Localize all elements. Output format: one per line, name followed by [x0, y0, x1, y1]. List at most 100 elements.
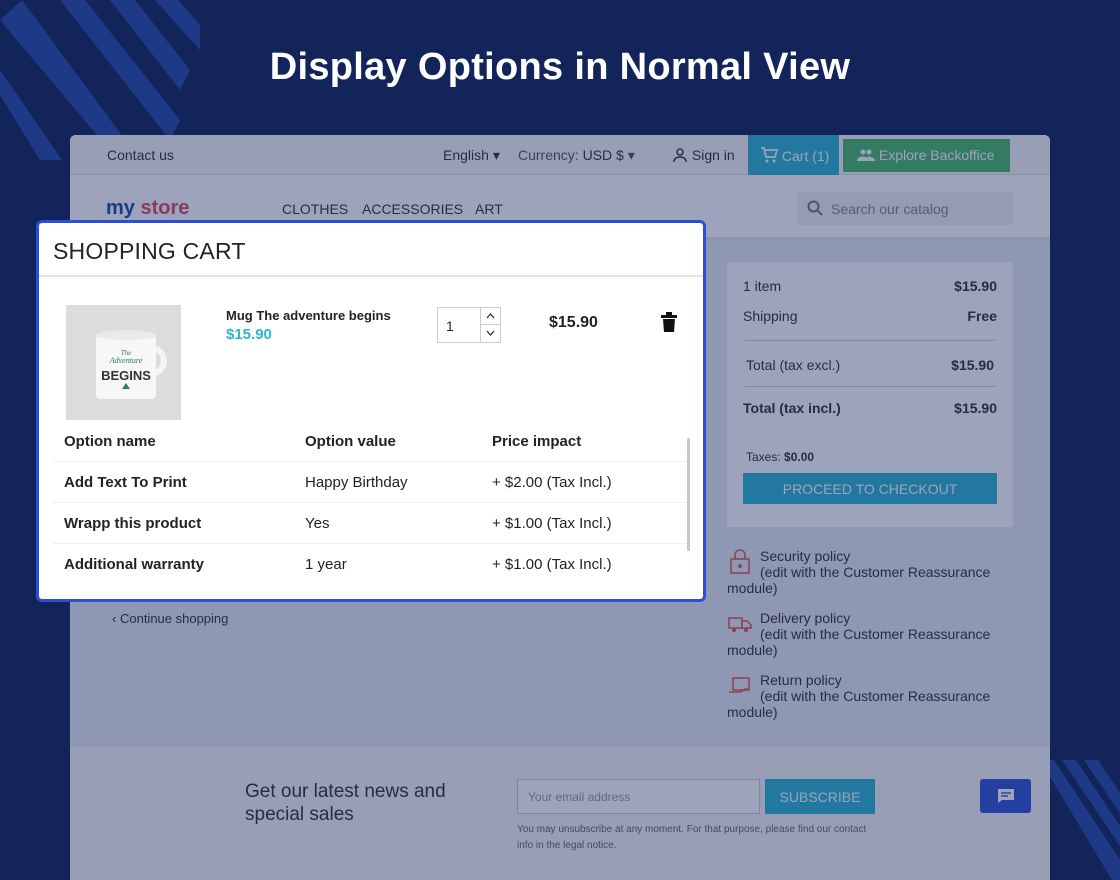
newsletter-title: Get our latest news and special sales	[245, 781, 446, 825]
shopping-cart-panel: SHOPPING CART The Adventure BEGINS Mug T…	[36, 220, 706, 602]
search-placeholder: Search our catalog	[831, 201, 949, 217]
user-icon	[673, 148, 687, 163]
language-label: English	[443, 147, 489, 163]
option-value: Yes	[305, 515, 330, 532]
language-selector[interactable]: English ▾	[443, 147, 500, 164]
subscribe-button[interactable]: SUBSCRIBE	[765, 779, 875, 814]
chevron-left-icon: ‹	[112, 611, 117, 626]
shipping-value: Free	[967, 308, 997, 324]
product-name[interactable]: Mug The adventure begins	[226, 308, 391, 323]
table-row: Additional warranty 1 year + $1.00 (Tax …	[53, 544, 687, 585]
sign-in-label: Sign in	[691, 147, 735, 163]
mug-text-begins: BEGINS	[101, 368, 151, 383]
header-price-impact: Price impact	[492, 433, 582, 450]
options-header-row: Option name Option value Price impact	[53, 421, 687, 462]
backoffice-label: Explore Backoffice	[878, 147, 995, 163]
proceed-to-checkout-button[interactable]: PROCEED TO CHECKOUT	[743, 473, 997, 504]
chat-icon	[998, 789, 1014, 803]
items-count-label: 1 item	[743, 278, 782, 294]
menu-item-clothes[interactable]: CLOTHES	[282, 201, 348, 217]
summary-divider	[745, 386, 995, 387]
header-option-value: Option value	[305, 433, 396, 450]
option-name: Add Text To Print	[64, 474, 187, 491]
quantity-increase-button[interactable]	[480, 308, 500, 325]
mug-image: The Adventure BEGINS	[66, 305, 181, 420]
reassurance-delivery: Delivery policy (edit with the Customer …	[727, 610, 997, 658]
newsletter-note: You may unsubscribe at any moment. For t…	[517, 824, 867, 851]
continue-shopping-label: Continue shopping	[119, 611, 229, 626]
table-row: Wrapp this product Yes + $1.00 (Tax Incl…	[53, 503, 687, 544]
product-unit-price: $15.90	[226, 326, 272, 343]
currency-value: USD $	[582, 147, 624, 163]
menu-item-art[interactable]: ART	[475, 201, 503, 217]
trash-icon[interactable]	[661, 312, 677, 332]
total-excl-value: $15.90	[951, 357, 994, 373]
logo-part-my: my	[106, 197, 135, 219]
option-value: 1 year	[305, 556, 347, 573]
chevron-down-icon: ▾	[492, 147, 500, 163]
explore-backoffice-button[interactable]: Explore Backoffice	[843, 139, 1010, 172]
chevron-up-icon	[486, 313, 495, 319]
menu-item-accessories[interactable]: ACCESSORIES	[362, 201, 463, 217]
newsletter-email-input[interactable]: Your email address	[517, 779, 760, 814]
product-image[interactable]: The Adventure BEGINS	[66, 305, 181, 420]
store-logo[interactable]: my store	[106, 197, 189, 220]
lock-icon	[730, 549, 750, 574]
quantity-input[interactable]: 1	[446, 318, 454, 334]
newsletter-section: Get our latest news and special sales Yo…	[70, 747, 1050, 880]
chevron-down-icon: ▾	[627, 147, 635, 163]
option-price-impact: + $1.00 (Tax Incl.)	[492, 556, 612, 573]
cart-button[interactable]: Cart (1)	[748, 135, 839, 175]
shopping-cart-title: SHOPPING CART	[53, 238, 246, 264]
option-value: Happy Birthday	[305, 474, 408, 491]
reassurance-return: Return policy (edit with the Customer Re…	[727, 672, 997, 720]
total-incl-value: $15.90	[954, 400, 997, 416]
total-excl-label: Total (tax excl.)	[746, 357, 841, 373]
table-row: Add Text To Print Happy Birthday + $2.00…	[53, 462, 687, 503]
mug-text-adventure: Adventure	[109, 356, 143, 365]
header-option-name: Option name	[64, 433, 156, 450]
cart-icon	[761, 147, 779, 163]
option-price-impact: + $1.00 (Tax Incl.)	[492, 515, 612, 532]
summary-divider	[745, 340, 995, 341]
truck-icon	[728, 617, 752, 632]
currency-label: Currency:	[518, 147, 579, 163]
reassurance-title: Delivery policy	[760, 610, 851, 626]
options-table: Option name Option value Price impact Ad…	[53, 421, 687, 585]
return-box-icon	[729, 677, 750, 693]
total-incl-label: Total (tax incl.)	[743, 400, 841, 416]
cart-summary: 1 item $15.90 Shipping Free Total (tax exc…	[727, 262, 1013, 527]
logo-part-store: store	[140, 197, 190, 219]
continue-shopping-link[interactable]: ‹ Continue shopping	[112, 611, 228, 626]
cart-title-divider	[39, 275, 703, 277]
items-subtotal: $15.90	[954, 278, 997, 294]
quantity-stepper[interactable]: 1	[437, 307, 501, 343]
chevron-down-icon	[486, 330, 495, 336]
chat-button[interactable]	[980, 779, 1031, 813]
store-topbar: Contact us English ▾ Currency: USD $ ▾ S…	[70, 135, 1050, 175]
shipping-label: Shipping	[743, 308, 798, 324]
users-icon	[857, 149, 875, 161]
option-name: Wrapp this product	[64, 515, 202, 532]
reassurance-desc: (edit with the Customer Reassurance modu…	[727, 564, 991, 596]
options-scrollbar[interactable]	[687, 438, 690, 551]
contact-us-link[interactable]: Contact us	[107, 147, 174, 163]
page-title: Display Options in Normal View	[269, 46, 851, 88]
line-total: $15.90	[549, 314, 598, 331]
decorative-stripes-bottom-right	[1040, 760, 1120, 880]
option-price-impact: + $2.00 (Tax Incl.)	[492, 474, 612, 491]
search-icon	[807, 200, 823, 216]
reassurance-security: Security policy (edit with the Customer …	[727, 548, 997, 596]
taxes-value: $0.00	[784, 450, 815, 464]
cart-label: Cart (1)	[781, 148, 830, 164]
reassurance-desc: (edit with the Customer Reassurance modu…	[727, 626, 991, 658]
reassurance-desc: (edit with the Customer Reassurance modu…	[727, 688, 991, 720]
reassurance-title: Security policy	[760, 548, 851, 564]
sign-in-link[interactable]: Sign in	[672, 147, 735, 163]
taxes-label: Taxes:	[746, 450, 781, 464]
search-input[interactable]: Search our catalog	[797, 192, 1013, 225]
quantity-decrease-button[interactable]	[480, 325, 500, 342]
reassurance-title: Return policy	[760, 672, 842, 688]
currency-selector[interactable]: Currency: USD $ ▾	[518, 147, 635, 164]
option-name: Additional warranty	[64, 556, 205, 573]
